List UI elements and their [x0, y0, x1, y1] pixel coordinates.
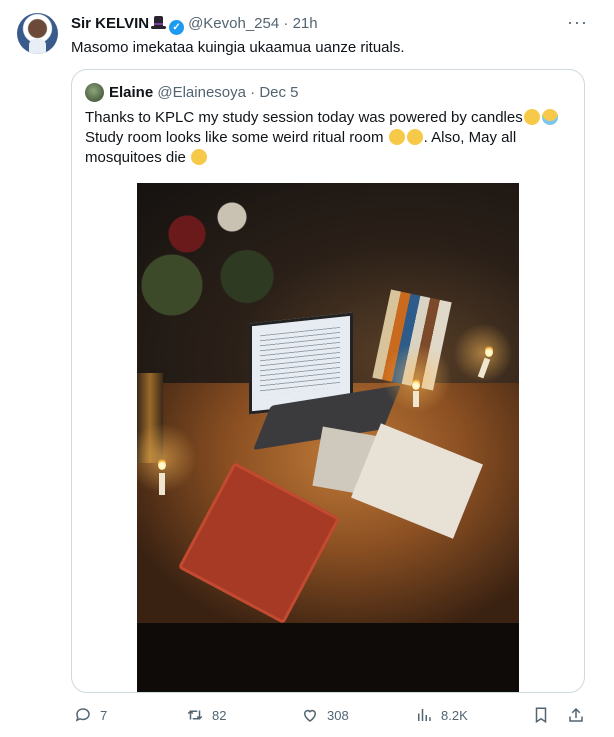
- photo-candle-flame: [485, 343, 493, 357]
- views-icon: [415, 706, 441, 724]
- author-handle[interactable]: @Kevoh_254: [188, 15, 279, 32]
- tears-of-joy-emoji-icon: [388, 129, 405, 145]
- reply-button[interactable]: 7: [74, 704, 107, 726]
- quote-text-line2a: Study room looks like some weird ritual …: [85, 129, 384, 146]
- photo-candle: [413, 391, 419, 407]
- loudly-crying-emoji-icon: [541, 109, 558, 125]
- loudly-crying-emoji-icon: [523, 109, 540, 125]
- avatar[interactable]: [17, 13, 58, 54]
- quote-author-handle[interactable]: @Elainesoya: [157, 84, 246, 101]
- quote-text-line2b: . Also, May all: [423, 129, 517, 146]
- header-separator: ·: [283, 15, 289, 32]
- views-button[interactable]: 8.2K: [415, 704, 468, 726]
- quote-text: Thanks to KPLC my study session today wa…: [85, 108, 577, 168]
- photo-candle: [159, 473, 165, 495]
- retweet-count: 82: [212, 707, 227, 723]
- tweet[interactable]: Sir KELVIN ✓ @Kevoh_254 · 21h ··· Masomo i…: [0, 0, 614, 737]
- reply-count: 7: [100, 707, 108, 723]
- quote-author-name[interactable]: Elaine: [109, 84, 153, 101]
- quote-avatar[interactable]: [85, 83, 104, 102]
- more-icon[interactable]: ···: [567, 12, 588, 33]
- quoted-tweet[interactable]: Elaine @Elainesoya · Dec 5 Thanks to KPL…: [71, 69, 585, 693]
- tears-of-joy-emoji-icon: [406, 129, 423, 145]
- tired-face-emoji-icon: [191, 149, 208, 165]
- action-bar: 7 82 308 8.2K: [0, 704, 614, 726]
- author-name[interactable]: Sir KELVIN: [71, 15, 149, 32]
- like-count: 308: [327, 707, 349, 723]
- verified-badge-icon: ✓: [169, 20, 185, 35]
- retweet-button[interactable]: 82: [186, 704, 226, 726]
- quote-text-line1: Thanks to KPLC my study session today wa…: [85, 109, 523, 126]
- bookmark-icon: [532, 706, 558, 724]
- views-count: 8.2K: [441, 707, 468, 723]
- share-icon: [567, 706, 593, 724]
- photo-floor: [137, 623, 519, 692]
- bookmark-button[interactable]: [532, 704, 558, 726]
- heart-icon: [301, 706, 327, 724]
- quote-separator: ·: [250, 84, 256, 101]
- top-hat-emoji-icon: [151, 16, 167, 30]
- quote-date[interactable]: Dec 5: [259, 84, 298, 101]
- tweet-header: Sir KELVIN ✓ @Kevoh_254 · 21h: [71, 14, 318, 35]
- share-button[interactable]: [567, 704, 593, 726]
- quote-text-line3: mosquitoes die: [85, 149, 186, 166]
- quote-photo[interactable]: [137, 183, 519, 692]
- photo-candle-flame: [412, 376, 420, 390]
- quote-header: Elaine @Elainesoya · Dec 5: [109, 83, 299, 103]
- reply-icon: [74, 706, 100, 724]
- like-button[interactable]: 308: [301, 704, 349, 726]
- photo-candle-flame: [158, 456, 166, 470]
- tweet-time[interactable]: 21h: [293, 15, 318, 32]
- retweet-icon: [186, 706, 212, 724]
- tweet-text: Masomo imekataa kuingia ukaamua uanze ri…: [71, 39, 405, 56]
